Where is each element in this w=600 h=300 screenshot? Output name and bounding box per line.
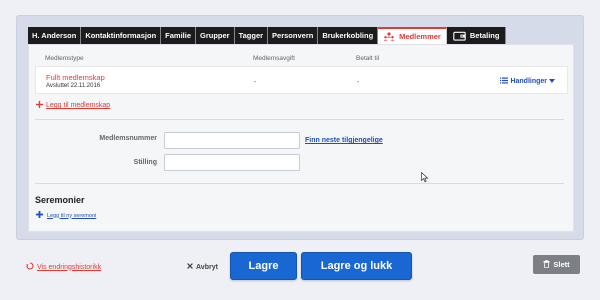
tab-user-link[interactable]: Brukerkobling — [318, 27, 379, 44]
divider — [35, 183, 564, 184]
save-button[interactable]: Lagre — [230, 252, 297, 280]
column-header-type: Medlemstype — [45, 55, 84, 62]
cancel-label: Avbryt — [196, 263, 218, 271]
history-icon — [26, 262, 34, 272]
tab-label: Betaling — [469, 31, 500, 40]
tab-family[interactable]: Familie — [161, 27, 196, 44]
tab-privacy[interactable]: Personvern — [268, 27, 319, 44]
tab-person[interactable]: H. Anderson — [28, 27, 82, 44]
position-input[interactable] — [164, 154, 300, 171]
mouse-pointer-icon — [421, 170, 429, 188]
history-label: Vis endringshistorikk — [37, 263, 102, 271]
add-membership-label: Legg til medlemskap — [46, 102, 111, 109]
save-and-close-label: Lagre og lukk — [320, 260, 393, 272]
people-icon — [383, 32, 395, 41]
save-label: Lagre — [248, 260, 279, 272]
position-label: Stilling — [133, 159, 157, 166]
column-header-fee: Medlemsavgift — [253, 55, 295, 62]
add-ceremony-label: Legg til ny seremoni — [47, 212, 97, 219]
ceremonies-title: Seremonier — [35, 195, 85, 205]
tab-label: Familie — [165, 31, 191, 40]
plus-icon — [36, 101, 43, 110]
membership-status: Avsluttet 22.11.2016 — [46, 83, 101, 89]
tab-members[interactable]: Medlemmer — [378, 27, 447, 44]
membership-type-link[interactable]: Fullt medlemskap — [46, 73, 105, 82]
tab-label: H. Anderson — [32, 31, 77, 40]
find-next-available-link[interactable]: Finn neste tilgjengelige — [305, 137, 383, 144]
membership-paid-until: - — [357, 79, 360, 86]
plus-icon — [36, 211, 43, 220]
save-and-close-button[interactable]: Lagre og lukk — [301, 252, 412, 280]
tab-label: Personvern — [272, 31, 314, 40]
add-membership-link[interactable]: Legg til medlemskap — [36, 101, 110, 110]
member-number-label: Medlemsnummer — [99, 135, 157, 142]
close-icon — [187, 263, 193, 271]
list-icon — [500, 77, 509, 86]
tab-label: Tagger — [238, 31, 264, 40]
delete-button[interactable]: Slett — [533, 255, 580, 274]
divider — [35, 119, 564, 120]
tab-bar: H. Anderson Kontaktinformasjon Familie G… — [28, 27, 507, 44]
cancel-button[interactable]: Avbryt — [187, 263, 218, 271]
tab-label: Kontaktinformasjon — [85, 31, 157, 40]
tab-label: Brukerkobling — [322, 31, 374, 40]
actions-label: Handlinger — [510, 78, 547, 85]
membership-row: Fullt medlemskap Avsluttet 22.11.2016 - … — [35, 66, 568, 94]
members-content: Medlemstype Medlemsavgift Betalt til Ful… — [28, 44, 574, 232]
actions-dropdown[interactable]: Handlinger — [500, 77, 555, 86]
tab-label: Grupper — [200, 31, 230, 40]
caret-down-icon — [549, 78, 555, 85]
column-header-paid-until: Betalt til — [356, 55, 380, 62]
wallet-icon — [453, 31, 466, 41]
add-ceremony-link[interactable]: Legg til ny seremoni — [36, 211, 96, 220]
tab-label: Medlemmer — [399, 32, 441, 41]
membership-fee: - — [254, 79, 257, 86]
view-change-history-link[interactable]: Vis endringshistorikk — [26, 262, 101, 272]
tab-tags[interactable]: Tagger — [234, 27, 269, 44]
tab-payment[interactable]: Betaling — [446, 27, 507, 44]
tab-groups[interactable]: Grupper — [196, 27, 235, 44]
delete-label: Slett — [553, 260, 570, 269]
member-number-input[interactable] — [164, 132, 300, 149]
tab-contact-info[interactable]: Kontaktinformasjon — [81, 27, 162, 44]
trash-icon — [543, 259, 550, 270]
